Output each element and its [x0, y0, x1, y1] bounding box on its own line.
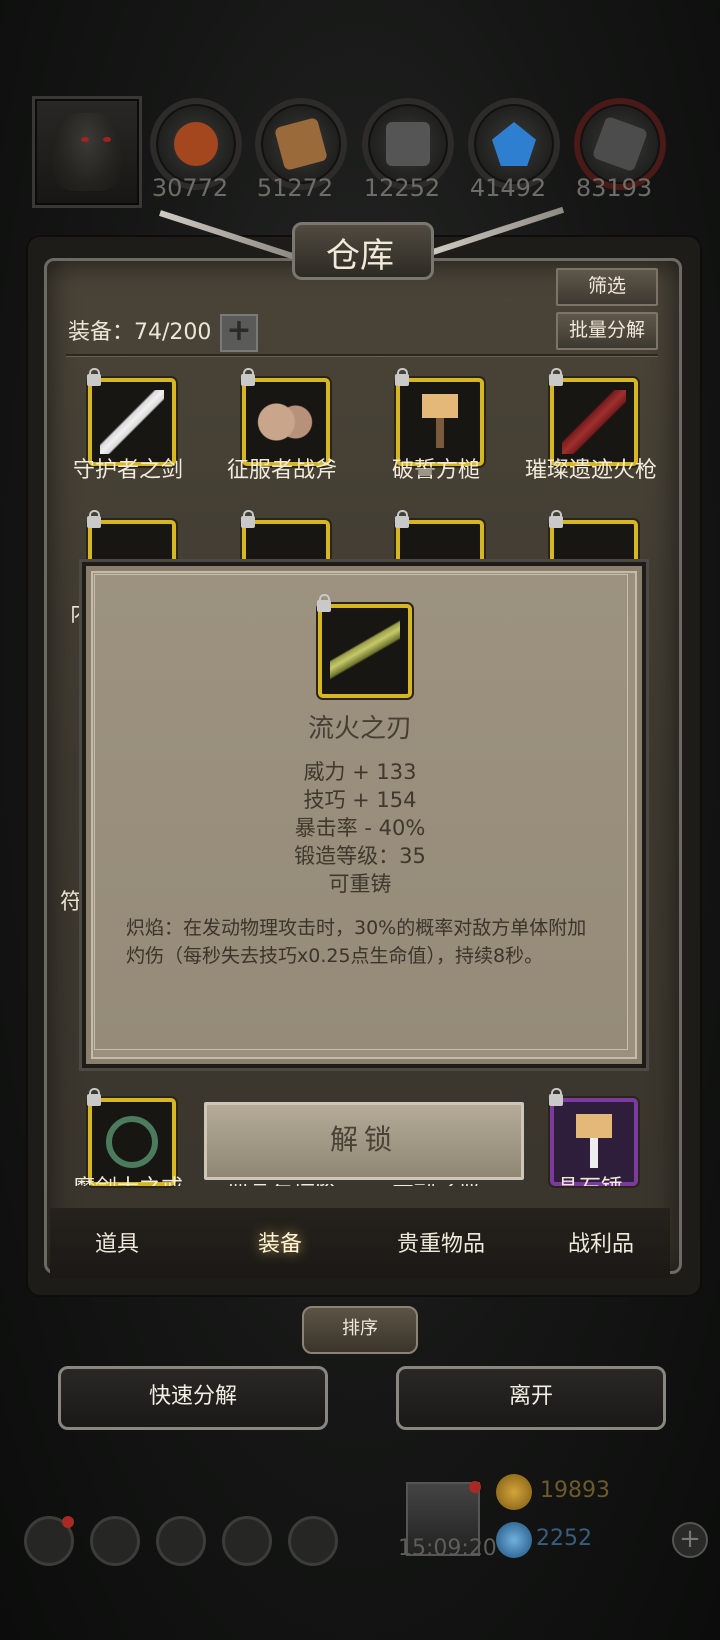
ore-icon [591, 115, 649, 173]
meat-icon [174, 122, 218, 166]
handshake-icon[interactable] [288, 1516, 338, 1566]
eye-icon [81, 137, 89, 142]
selected-item-name: 流火之刃 [307, 714, 412, 744]
crystal-hammer-icon [562, 1110, 626, 1174]
mail-icon[interactable] [222, 1516, 272, 1566]
tab-items[interactable]: 道具 [42, 1226, 192, 1258]
map-icon[interactable] [156, 1516, 206, 1566]
crystal-count: 41492 [469, 174, 547, 202]
partial-item-name: 符 [60, 890, 83, 915]
filter-button[interactable]: 筛选 [556, 268, 658, 306]
stat-line: 威力 + 133 [303, 760, 417, 784]
meat-count: 30772 [151, 174, 229, 202]
item-description: 炽焰：在发动物理攻击时，30%的概率对敌方单体附加灼伤（每秒失去技巧x0.25点… [126, 917, 587, 967]
tab-valuables[interactable]: 贵重物品 [366, 1226, 516, 1258]
battle-axe-icon [254, 390, 318, 454]
lock-icon [87, 1088, 101, 1106]
gold-coin-icon [496, 1474, 532, 1510]
quick-decompose-button[interactable]: 快速分解 [58, 1366, 328, 1430]
selected-item-slot [317, 594, 412, 698]
iron-count: 12252 [363, 174, 441, 202]
add-currency-button[interactable]: + [672, 1522, 708, 1558]
notification-dot [62, 1516, 74, 1528]
stat-line: 技巧 + 154 [303, 788, 417, 812]
hammer-icon [408, 390, 472, 454]
lock-icon [549, 1088, 563, 1106]
clock-time: 15:09:20 [398, 1536, 497, 1561]
item-name: 晶石锤 [505, 1170, 675, 1186]
gem-icon [496, 1522, 532, 1558]
lock-icon [241, 368, 255, 386]
lock-icon [241, 510, 255, 528]
unlock-button[interactable]: 解锁 [200, 1098, 528, 1184]
iron-ingot-icon [386, 122, 430, 166]
lock-icon [395, 510, 409, 528]
equipment-capacity: 装备：74/200 [68, 320, 212, 345]
crystal-icon [492, 122, 536, 166]
item-name: 守护者之剑 [72, 458, 183, 483]
item-name: 璀璨遗迹火枪 [524, 458, 657, 483]
beast-head-icon [53, 113, 121, 191]
lock-icon [87, 368, 101, 386]
eye-icon [103, 137, 111, 142]
player-portrait[interactable] [32, 96, 142, 208]
ore-count: 83193 [575, 174, 653, 202]
leave-button[interactable]: 离开 [396, 1366, 666, 1430]
gem-amount: 2252 [536, 1526, 592, 1551]
star-icon[interactable] [90, 1516, 140, 1566]
stat-line: 锻造等级：35 [294, 844, 426, 868]
bulk-decompose-button[interactable]: 批量分解 [556, 312, 658, 350]
settings-icon[interactable] [24, 1516, 74, 1566]
item-name: 破誓方槌 [391, 458, 480, 483]
sort-button[interactable]: 排序 [302, 1306, 418, 1354]
lock-icon [549, 368, 563, 386]
item-name: 征服者战斧 [226, 458, 337, 483]
ring-icon [106, 1116, 158, 1168]
divider [66, 354, 658, 357]
lock-icon [395, 368, 409, 386]
sword-icon [100, 390, 164, 454]
lock-icon [87, 510, 101, 528]
wood-count: 51272 [256, 174, 334, 202]
stat-line: 暴击率 - 40% [294, 816, 426, 840]
lock-icon [317, 594, 331, 612]
gold-amount: 19893 [540, 1478, 610, 1503]
musket-icon [562, 390, 626, 454]
expand-capacity-button[interactable]: + [220, 314, 258, 352]
wood-icon [274, 117, 328, 171]
lock-icon [549, 510, 563, 528]
notification-dot [469, 1481, 481, 1493]
reforge-status: 可重铸 [328, 872, 392, 896]
tab-equipment[interactable]: 装备 [205, 1226, 355, 1258]
item-name: 魔剑士之戒 [43, 1170, 213, 1186]
page-title: 仓库 [326, 236, 394, 276]
tab-loot[interactable]: 战利品 [526, 1226, 676, 1258]
curved-blade-icon [330, 616, 400, 686]
